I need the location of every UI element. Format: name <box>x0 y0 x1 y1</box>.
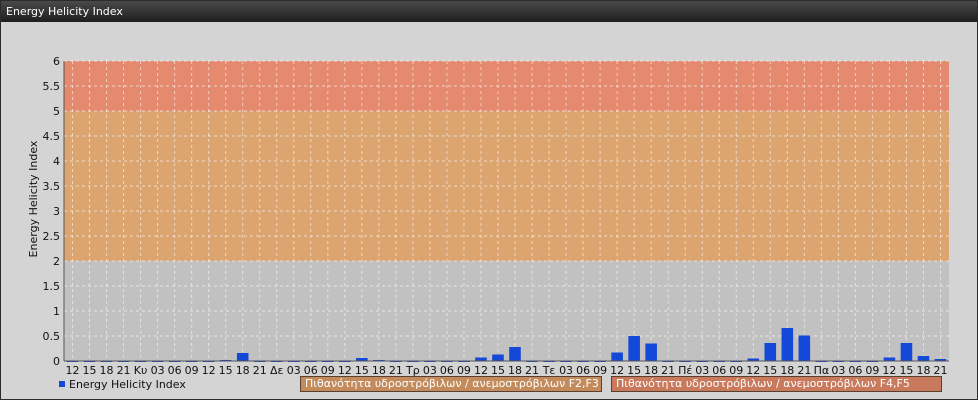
y-tick-label: 3.5 <box>43 180 61 193</box>
bar <box>917 356 930 361</box>
y-tick-label: 6 <box>53 55 60 68</box>
bar <box>628 336 640 361</box>
y-tick-label: 0.5 <box>43 330 61 343</box>
window-title: Energy Helicity Index <box>1 1 977 22</box>
bar <box>900 343 913 361</box>
y-tick-label: 3 <box>53 205 60 218</box>
chart-window: Energy Helicity Index 0 0.5 1 1.5 2 2.5 3 3.5 4 4… <box>0 0 978 400</box>
y-tick-label: 5.5 <box>43 80 61 93</box>
x-tick-label: 21 <box>253 364 267 377</box>
y-tick-label: 5 <box>53 105 60 118</box>
x-tick-label: 12 <box>202 364 216 377</box>
y-tick-label: 0 <box>53 355 60 368</box>
bar <box>492 354 504 361</box>
legend-series-label: Energy Helicity Index <box>69 377 186 391</box>
x-tick-label: 03 <box>287 364 301 377</box>
legend-series-item[interactable]: Energy Helicity Index <box>59 376 186 392</box>
bar <box>883 357 896 361</box>
y-tick-label: 1 <box>53 305 60 318</box>
y-tick-label: 2 <box>53 255 60 268</box>
x-tick-label: Δε <box>270 364 284 377</box>
bar <box>764 343 777 361</box>
legend-swatch-icon <box>59 381 65 387</box>
y-tick-label: 4.5 <box>43 130 61 143</box>
band-label-f2f3: Πιθανότητα υδροστρόβιλων / ανεμοστρόβιλω… <box>300 376 602 392</box>
y-tick-label: 4 <box>53 155 60 168</box>
ehi-chart: 00.511.522.533.544.555.5612 15 18 21 Κυ 03 06 0… <box>27 55 949 377</box>
bar <box>509 347 521 361</box>
bar <box>798 335 811 361</box>
bar <box>645 343 657 361</box>
y-axis-label: Energy Helicity Index <box>27 140 40 257</box>
bar <box>236 353 249 361</box>
bar <box>781 328 794 361</box>
y-tick-label: 1.5 <box>43 280 61 293</box>
y-tick-label: 2.5 <box>43 230 61 243</box>
x-tick-label: 18 <box>236 364 250 377</box>
band-label-f4f5: Πιθανότητα υδροστρόβιλων / ανεμοστρόβιλω… <box>611 376 942 392</box>
bar <box>611 352 623 361</box>
x-tick-label: 09 <box>185 364 199 377</box>
bar <box>475 357 487 361</box>
x-tick-label: 15 <box>219 364 233 377</box>
